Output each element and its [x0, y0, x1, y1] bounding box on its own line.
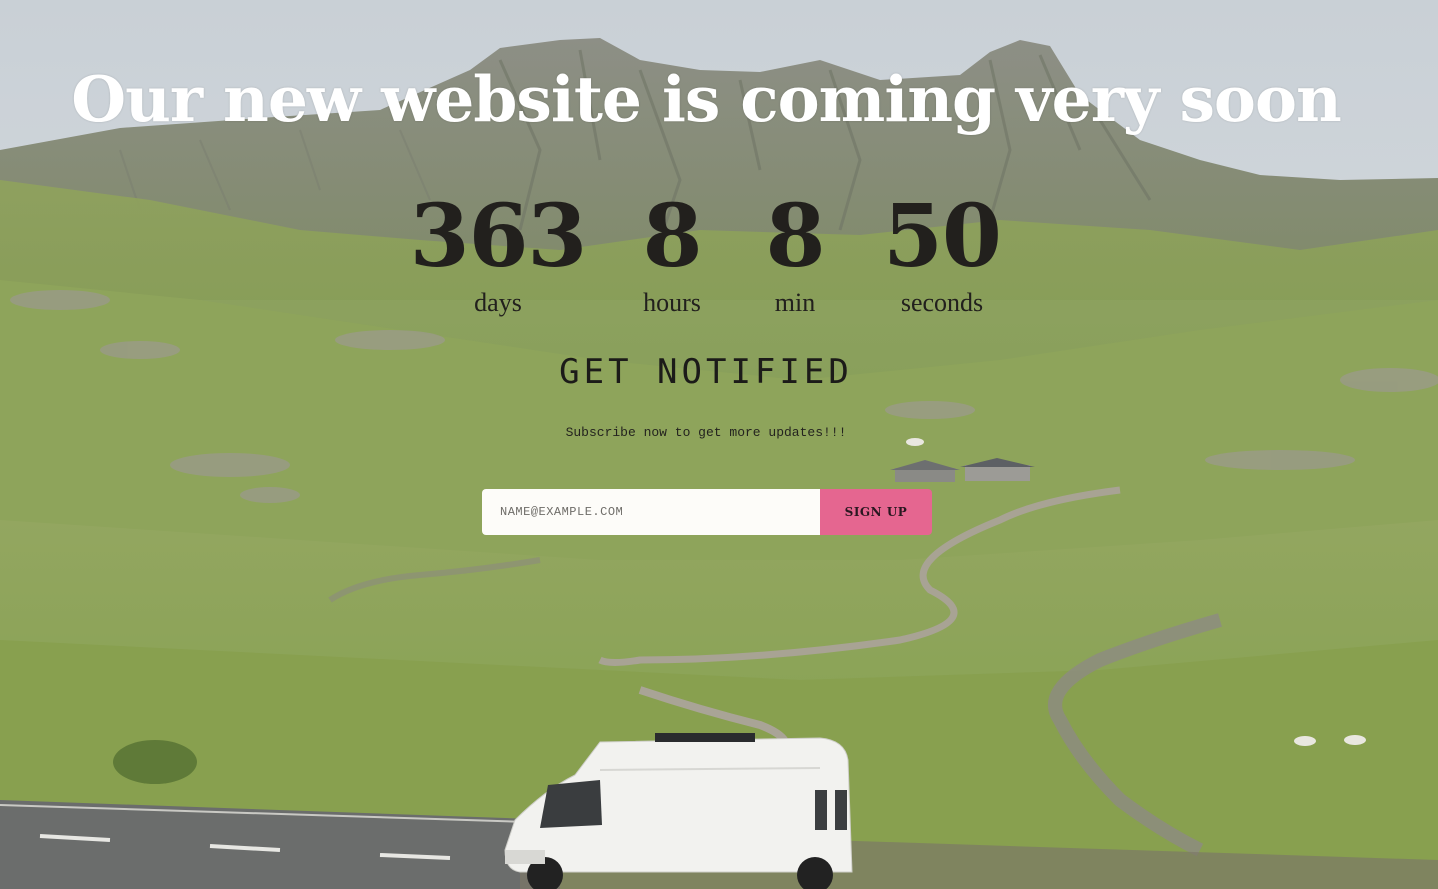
countdown-timer: 363 days 8 hours 8 min 50 seconds — [0, 188, 1438, 328]
page-headline: Our new website is coming very soon — [71, 62, 1342, 136]
countdown-days-value: 363 — [409, 186, 588, 287]
countdown-minutes-label: min — [774, 288, 816, 317]
countdown-seconds-label: seconds — [900, 288, 984, 317]
countdown-hours-label: hours — [643, 288, 701, 317]
email-input[interactable] — [482, 489, 820, 535]
countdown-days-label: days — [474, 288, 522, 317]
countdown-seconds: 50 seconds — [872, 188, 1012, 318]
subscribe-form: SIGN UP — [482, 489, 932, 535]
countdown-hours: 8 hours — [612, 188, 732, 318]
countdown-seconds-value: 50 — [883, 186, 1002, 287]
notify-heading: GET NOTIFIED — [559, 352, 853, 392]
countdown-days: 363 days — [408, 188, 588, 318]
countdown-hours-value: 8 — [642, 186, 703, 287]
notify-subtitle: Subscribe now to get more updates!!! — [565, 425, 847, 440]
sign-up-button[interactable]: SIGN UP — [820, 489, 932, 535]
countdown-minutes: 8 min — [735, 188, 855, 318]
countdown-minutes-value: 8 — [765, 186, 826, 287]
